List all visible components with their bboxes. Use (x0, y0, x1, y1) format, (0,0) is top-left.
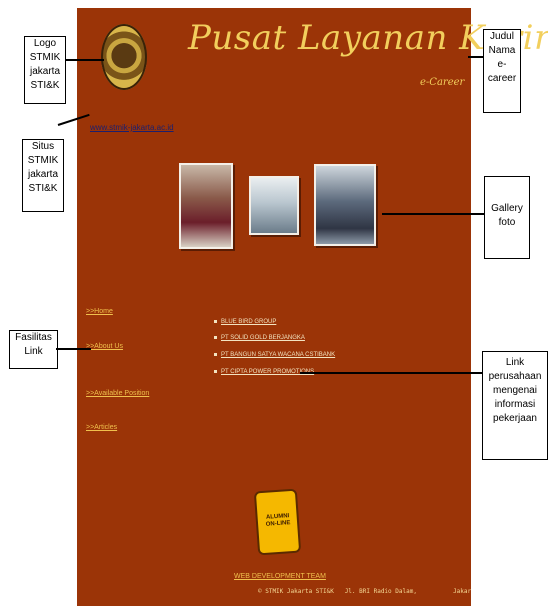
bullet-icon (214, 335, 217, 339)
nav-home[interactable]: >>Home (86, 308, 113, 315)
callout-connector-facilities (56, 348, 91, 350)
callout-facilities: Fasilitas Link (9, 330, 58, 369)
company-label[interactable]: PT SOLID GOLD BERJANGKA (221, 335, 305, 341)
callout-logo-line: STMIK (29, 52, 61, 63)
bullet-icon (214, 352, 217, 356)
company-item[interactable]: BLUE BIRD GROUP (214, 319, 276, 325)
alumni-online-badge[interactable]: ALUMNI ON-LINE (253, 488, 302, 556)
callout-company-line: pekerjaan (493, 413, 537, 424)
page-subtitle: e-Career (420, 77, 465, 88)
nav-articles[interactable]: >>Articles (86, 424, 117, 431)
callout-title-line: Nama (488, 45, 516, 56)
callout-facilities-line: Fasilitas (15, 332, 52, 343)
gallery-photo-1[interactable] (179, 163, 233, 249)
callout-site-line: STMIK (27, 155, 59, 166)
gallery-photo-2[interactable] (249, 176, 299, 235)
callout-logo-line: STI&K (30, 80, 60, 91)
company-label[interactable]: BLUE BIRD GROUP (221, 319, 276, 325)
logo-image[interactable] (101, 24, 147, 90)
callout-company-line: Link (505, 357, 525, 368)
callout-connector-logo (65, 59, 104, 61)
callout-title-line: career (487, 73, 517, 84)
nav-available-position[interactable]: >>Available Position (86, 390, 149, 397)
company-item[interactable]: PT SOLID GOLD BERJANGKA (214, 335, 305, 341)
callout-site: Situs STMIK jakarta STI&K (22, 139, 64, 212)
callout-site-line: STI&K (28, 183, 58, 194)
company-item[interactable]: PT BANGUN SATYA WACANA CSTIBANK (214, 352, 335, 358)
callout-gallery-line: Gallery (491, 203, 523, 214)
callout-title: Judul Nama e- career (483, 29, 521, 113)
footer-address: © STMIK Jakarta STI&K Jl. BRI Radio Dala… (258, 588, 472, 595)
bullet-icon (214, 319, 217, 323)
callout-connector-title (468, 56, 483, 58)
bullet-icon (214, 369, 217, 373)
gallery-photo-3[interactable] (314, 164, 376, 246)
company-label[interactable]: PT BANGUN SATYA WACANA CSTIBANK (221, 352, 335, 358)
footer-title[interactable]: WEB DEVELOPMENT TEAM (234, 573, 326, 580)
callout-company-line: mengenai (493, 385, 537, 396)
callout-gallery-line: foto (498, 217, 516, 228)
callout-site-line: jakarta (27, 169, 58, 180)
callout-title-line: e- (497, 59, 507, 70)
callout-logo-line: Logo (33, 38, 57, 49)
callout-company-links: Link perusahaan mengenai informasi peker… (482, 351, 548, 460)
callout-gallery: Gallery foto (484, 176, 530, 259)
callout-title-line: Judul (490, 31, 514, 42)
callout-connector-company-links (300, 372, 482, 374)
callout-company-line: perusahaan (488, 371, 542, 382)
alumni-badge-text: ALUMNI ON-LINE (265, 513, 291, 528)
callout-logo: Logo STMIK jakarta STI&K (24, 36, 66, 104)
nav-about-us[interactable]: >>About Us (86, 343, 123, 350)
callout-company-line: informasi (494, 399, 536, 410)
callout-connector-gallery (382, 213, 484, 215)
site-link[interactable]: www.stmik-jakarta.ac.id (90, 123, 174, 132)
callout-site-line: Situs (31, 141, 55, 152)
page-title: Pusat Layanan Karir (188, 18, 548, 58)
callout-logo-line: jakarta (29, 66, 60, 77)
callout-facilities-line: Link (24, 346, 43, 357)
